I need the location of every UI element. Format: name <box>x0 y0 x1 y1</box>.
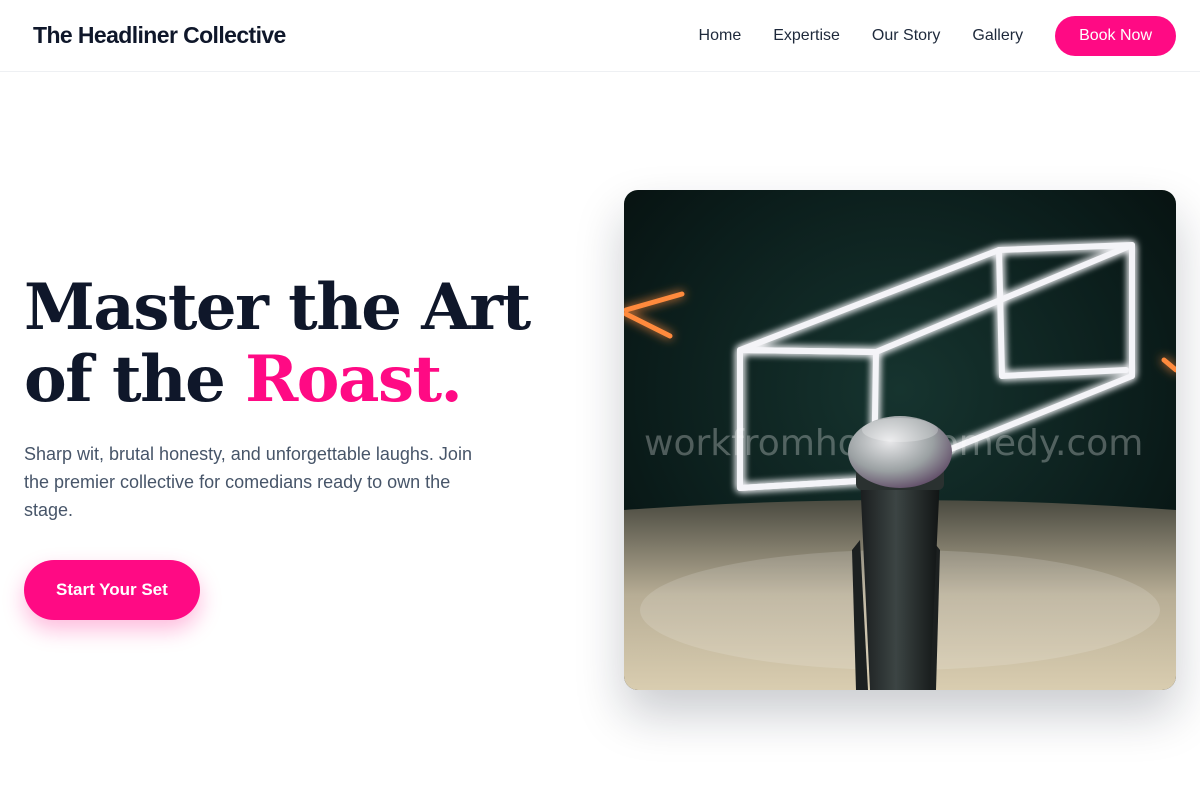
headline-accent: Roast. <box>245 342 463 417</box>
nav-expertise[interactable]: Expertise <box>773 27 840 45</box>
headline-line-2-prefix: of the <box>24 342 246 417</box>
start-your-set-button[interactable]: Start Your Set <box>24 560 200 620</box>
hero-headline: Master the Art of the Roast. <box>24 272 584 416</box>
hero-subtext: Sharp wit, brutal honesty, and unforgett… <box>24 444 472 520</box>
book-now-button[interactable]: Book Now <box>1055 15 1176 56</box>
hero-image-microphone: workfromhomecomedy.com <box>624 190 1176 690</box>
nav-gallery[interactable]: Gallery <box>972 27 1023 45</box>
nav-home[interactable]: Home <box>699 27 742 45</box>
nav-our-story[interactable]: Our Story <box>872 27 940 45</box>
main-nav: Home Expertise Our Story Gallery Book No… <box>699 15 1176 56</box>
brand-logo[interactable]: The Headliner Collective <box>33 22 286 49</box>
site-header: The Headliner Collective Home Expertise … <box>0 0 1200 72</box>
hero-section: Master the Art of the Roast. Sharp wit, … <box>24 272 584 620</box>
headline-line-1: Master the Art <box>24 270 531 345</box>
